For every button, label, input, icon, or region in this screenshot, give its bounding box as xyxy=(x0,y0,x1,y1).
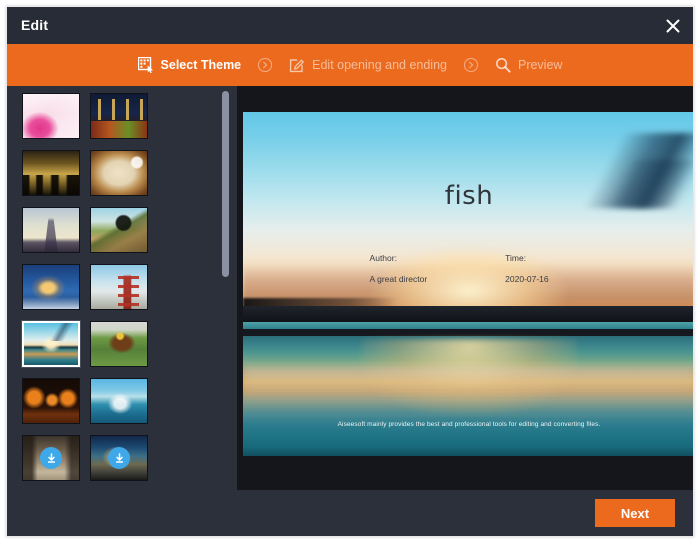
preview-author-value: A great director xyxy=(370,274,428,284)
preview-time-value: 2020-07-16 xyxy=(505,274,548,284)
close-icon[interactable] xyxy=(661,14,685,38)
theme-thumbnail-grid xyxy=(22,93,218,490)
theme-lake-sunrise[interactable] xyxy=(22,321,80,367)
theme-candles-fruit[interactable] xyxy=(90,93,148,139)
download-arrow-icon[interactable] xyxy=(40,447,62,469)
edit-dialog-window: Edit Select Theme xyxy=(6,6,694,537)
chevron-right-circle-icon xyxy=(257,57,273,73)
theme-birthday-cupcake[interactable] xyxy=(22,93,80,139)
toolbar-step-select-theme[interactable]: Select Theme xyxy=(134,57,246,73)
thumbnail-row xyxy=(22,378,218,424)
dialog-footer: Next xyxy=(7,490,693,536)
preview-author-block: Author: A great director xyxy=(370,253,428,284)
theme-preview-lake-sunrise[interactable]: fish Author: A great director Time: 2020… xyxy=(243,112,694,456)
toolbar-step-preview[interactable]: Preview xyxy=(491,57,566,73)
download-arrow-icon[interactable] xyxy=(108,447,130,469)
preview-author-label: Author: xyxy=(370,253,428,263)
window-title: Edit xyxy=(21,17,48,33)
theme-locked-beach[interactable] xyxy=(90,435,148,481)
preview-time-label: Time: xyxy=(505,253,548,263)
theme-thumbnail-panel xyxy=(7,86,237,490)
theme-parchment-spices[interactable] xyxy=(90,150,148,196)
thumbnail-row xyxy=(22,93,218,139)
toolbar-step-label: Edit opening and ending xyxy=(312,58,447,72)
thumbnail-row xyxy=(22,150,218,196)
toolbar-step-label: Preview xyxy=(518,58,562,72)
theme-silhouette-sunset[interactable] xyxy=(22,150,80,196)
theme-pagoda-fuji[interactable] xyxy=(90,264,148,310)
thumbnail-row xyxy=(22,264,218,310)
preview-title-text: fish xyxy=(243,181,694,211)
thumbnail-row xyxy=(22,207,218,253)
step-toolbar: Select Theme Edit opening and ending xyxy=(7,44,693,86)
search-magnifier-icon xyxy=(495,57,511,73)
chevron-right-circle-icon xyxy=(463,57,479,73)
theme-locked-interior[interactable] xyxy=(22,435,80,481)
preview-water-ripples xyxy=(243,363,694,418)
theme-list-scrollbar[interactable] xyxy=(222,91,229,277)
preview-watermark-text: Aiseesoft mainly provides the best and p… xyxy=(243,421,694,428)
theme-eiffel-tower[interactable] xyxy=(22,207,80,253)
dialog-body: fish Author: A great director Time: 2020… xyxy=(7,86,693,490)
theme-ocean-wave[interactable] xyxy=(90,378,148,424)
thumbnail-row xyxy=(22,435,218,481)
theme-halloween-pumpkins[interactable] xyxy=(22,378,80,424)
next-button[interactable]: Next xyxy=(595,499,675,527)
theme-grid-icon xyxy=(138,57,154,73)
theme-winter-cabin[interactable] xyxy=(22,264,80,310)
preview-time-block: Time: 2020-07-16 xyxy=(505,253,548,284)
edit-pencil-square-icon xyxy=(289,57,305,73)
toolbar-step-edit-opening-ending[interactable]: Edit opening and ending xyxy=(285,57,451,73)
title-bar: Edit xyxy=(7,7,693,44)
thumbnail-row xyxy=(22,321,218,367)
preview-pane: fish Author: A great director Time: 2020… xyxy=(237,86,693,490)
toolbar-step-label: Select Theme xyxy=(161,58,242,72)
theme-horse-racing[interactable] xyxy=(90,321,148,367)
theme-bmx-jump[interactable] xyxy=(90,207,148,253)
